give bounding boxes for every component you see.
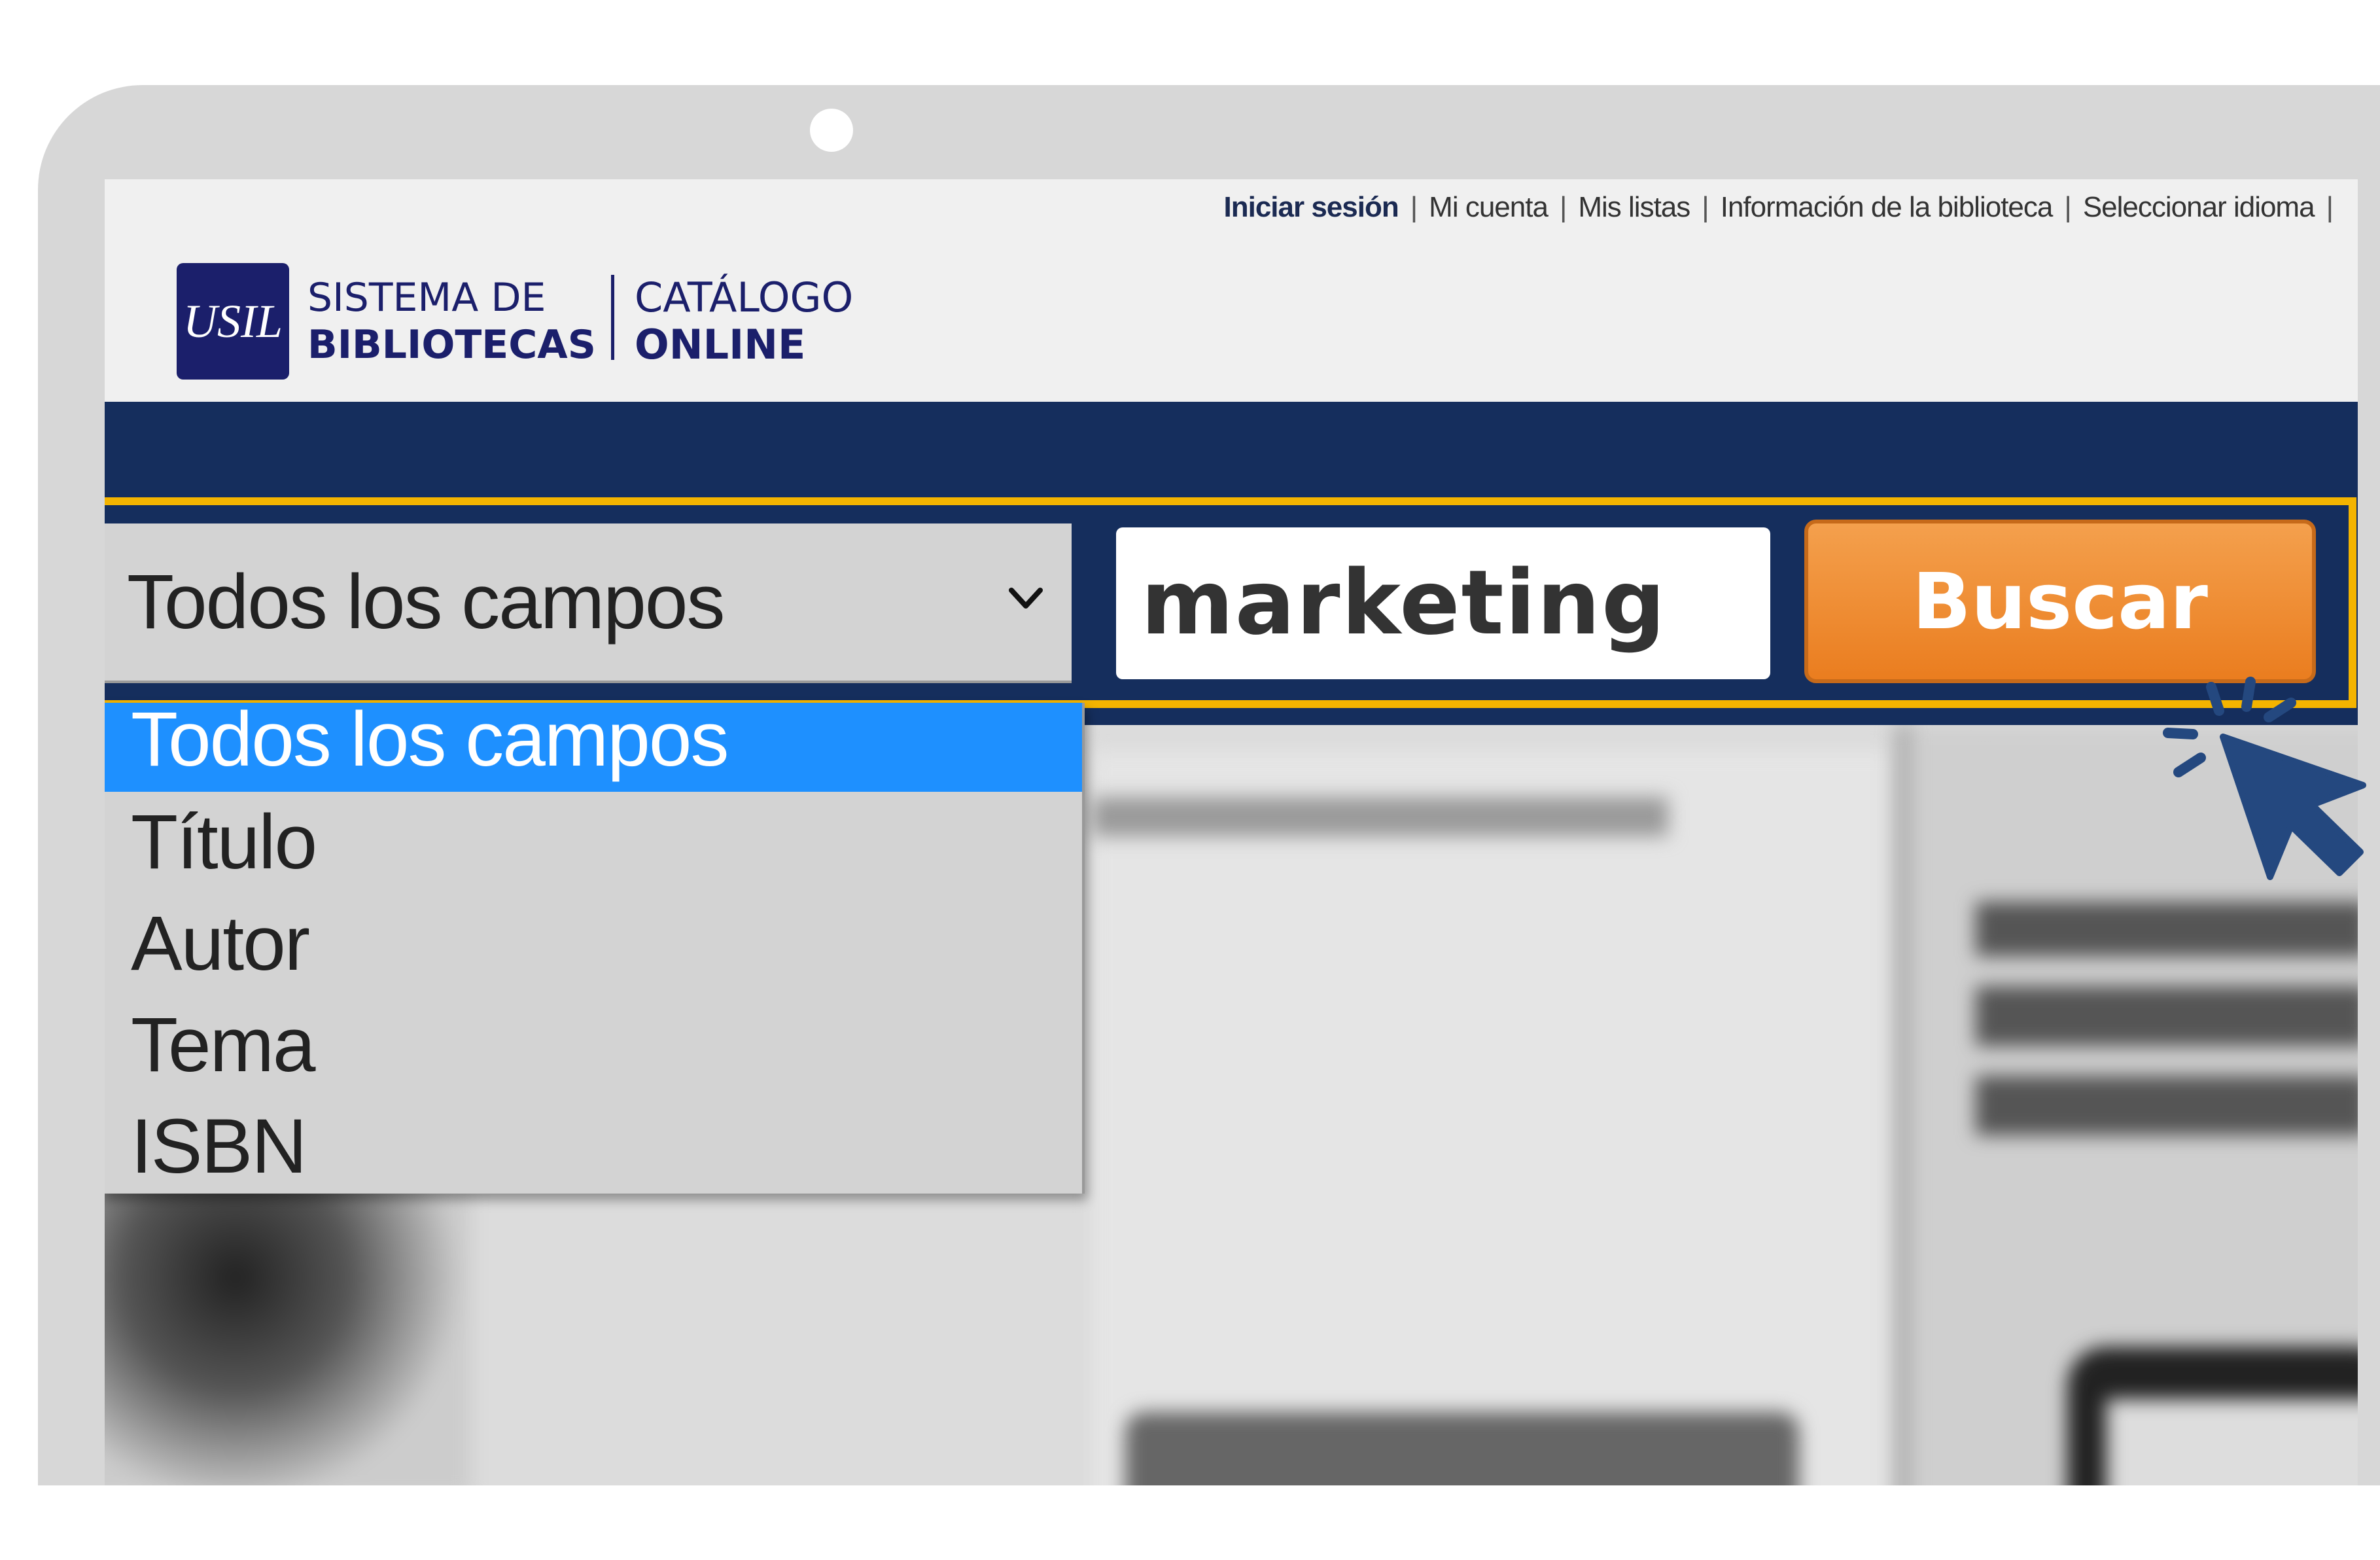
- field-options-list: Todos los campos Título Autor Tema ISBN: [105, 701, 1085, 1197]
- hand-cursor-icon: [2163, 677, 2366, 880]
- my-account-link[interactable]: Mi cuenta: [1429, 191, 1549, 224]
- logo-title-catalog: CATÁLOGO ONLINE: [635, 274, 854, 368]
- option-subject[interactable]: Tema: [105, 995, 1082, 1096]
- option-title[interactable]: Título: [105, 792, 1082, 893]
- browser-screen: Iniciar sesión | Mi cuenta | Mis listas …: [105, 179, 2358, 1485]
- search-button[interactable]: Buscar: [1804, 520, 2316, 683]
- search-input[interactable]: marketing: [1116, 527, 1770, 679]
- logo-divider: [611, 275, 614, 360]
- chevron-down-icon: [1009, 588, 1043, 609]
- webcam: [810, 109, 853, 152]
- option-author[interactable]: Autor: [105, 893, 1082, 995]
- logo-title-library: SISTEMA DE BIBLIOTECAS: [307, 275, 596, 368]
- login-link[interactable]: Iniciar sesión: [1224, 191, 1399, 224]
- option-all-fields[interactable]: Todos los campos: [105, 701, 1082, 792]
- option-isbn[interactable]: ISBN: [105, 1096, 1082, 1197]
- top-links: Iniciar sesión | Mi cuenta | Mis listas …: [1223, 191, 2334, 224]
- usil-logo[interactable]: USIL: [177, 263, 289, 380]
- library-info-link[interactable]: Información de la biblioteca: [1721, 191, 2054, 224]
- search-field-select[interactable]: Todos los campos: [105, 523, 1072, 683]
- select-language-link[interactable]: Seleccionar idioma: [2083, 191, 2315, 224]
- my-lists-link[interactable]: Mis listas: [1578, 191, 1690, 224]
